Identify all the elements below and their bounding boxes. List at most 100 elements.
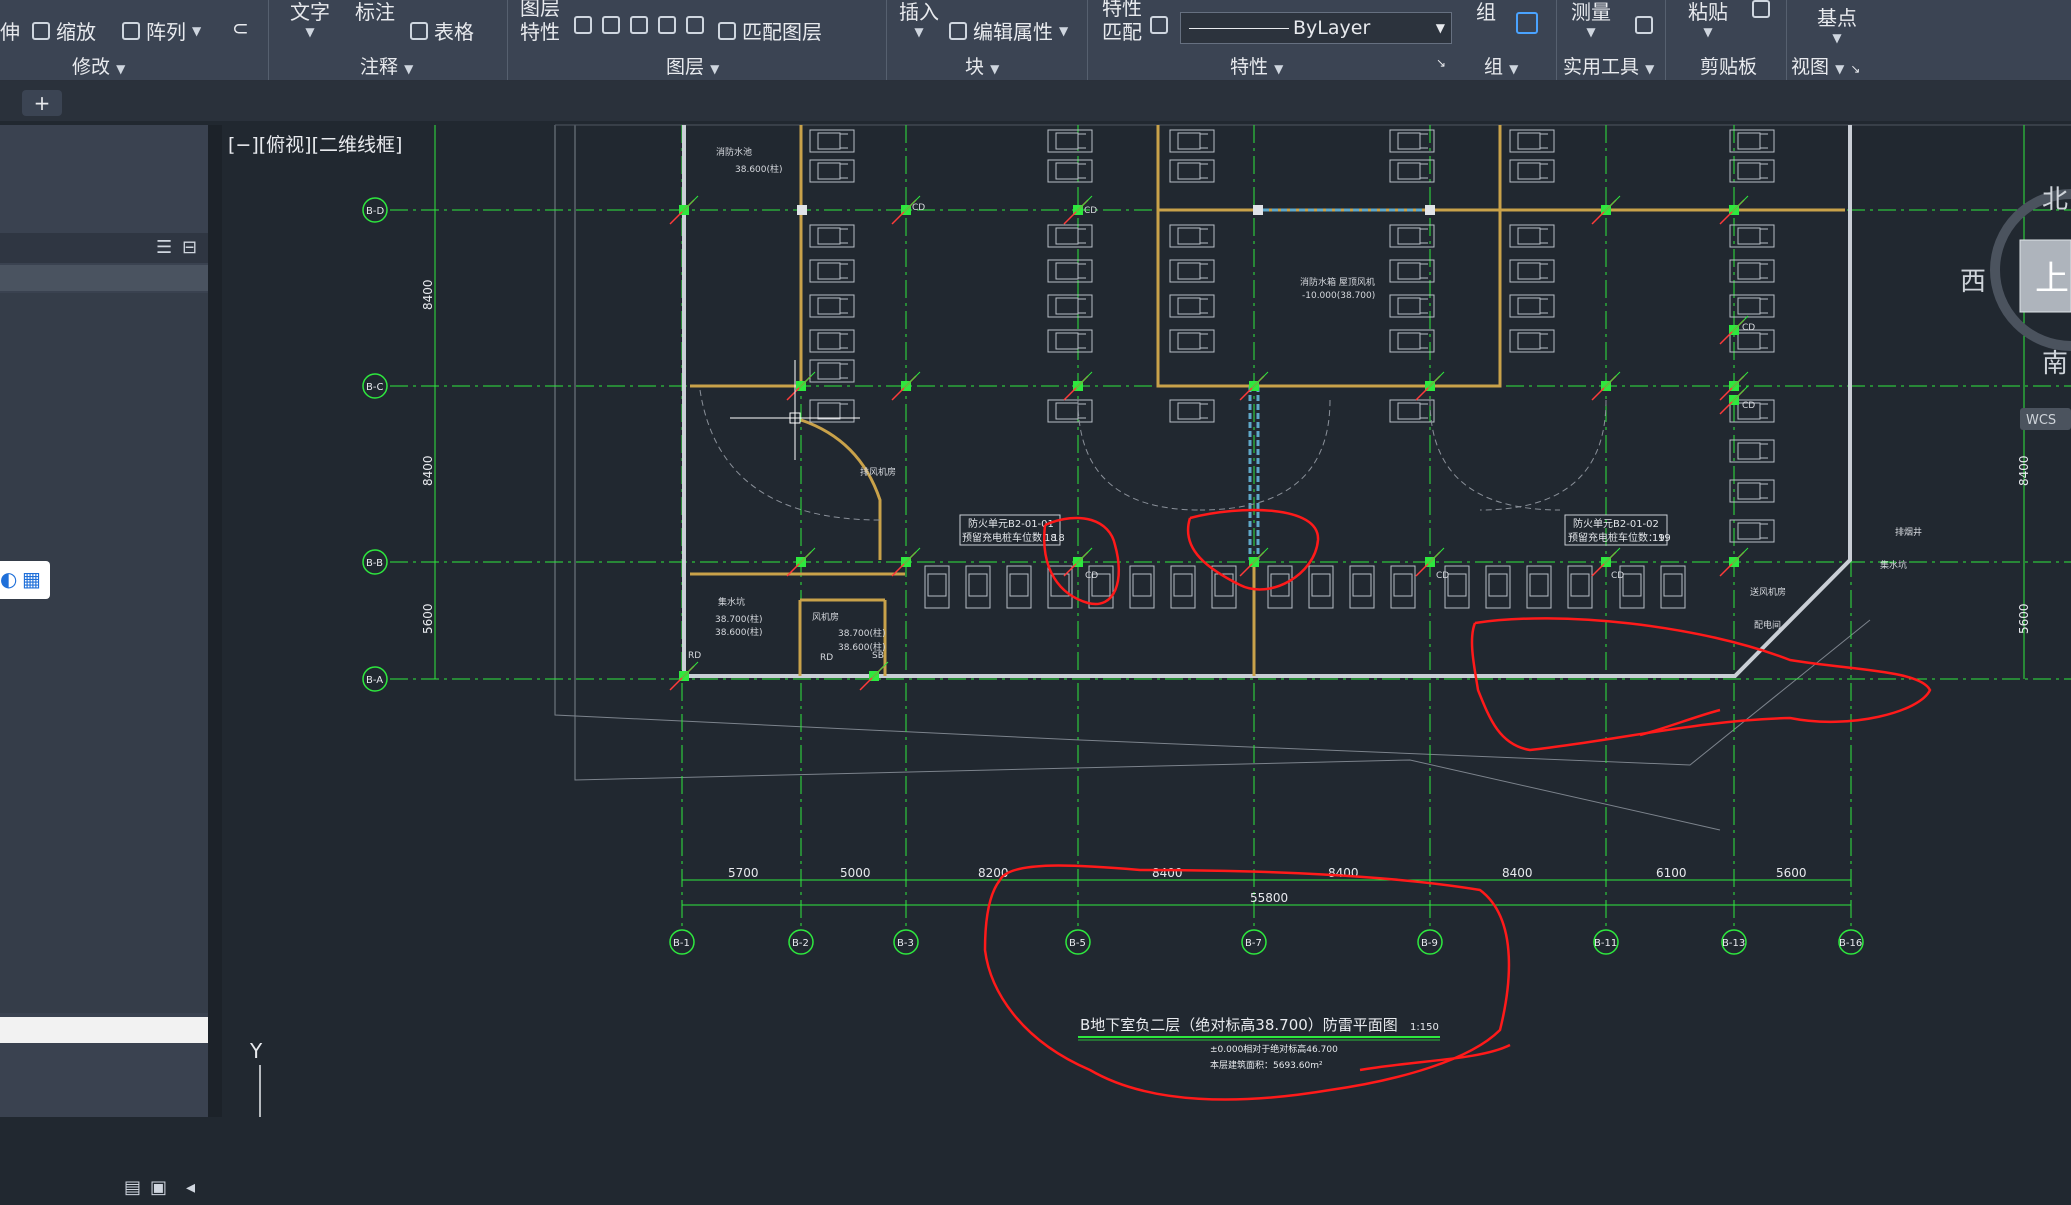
viewport-controls[interactable]: [−][俯视][二维线框]	[228, 130, 402, 157]
scale-tool[interactable]: 缩放	[32, 16, 96, 45]
match-properties-tool[interactable]: 特性 匹配	[1102, 0, 1142, 44]
palette-input[interactable]	[0, 1017, 208, 1043]
offset-tool[interactable]: ⊂	[232, 16, 249, 40]
array-tool[interactable]: 阵列 ▼	[122, 16, 201, 45]
svg-text:防火单元B2-01-01: 防火单元B2-01-01	[968, 517, 1054, 530]
group-tool[interactable]: 组	[1476, 0, 1496, 25]
chevron-left-icon[interactable]: ◂	[186, 1177, 195, 1198]
viewcube-south: 南	[2042, 349, 2068, 379]
group-select-tool[interactable]	[1516, 12, 1538, 34]
svg-text:5600: 5600	[1776, 866, 1807, 880]
markup-stroke-2	[1359, 1043, 1511, 1072]
svg-text:RD: RD	[688, 651, 701, 661]
svg-text:CD: CD	[1084, 206, 1097, 216]
palette-tool-button[interactable]: ◐ ▦	[0, 561, 50, 599]
base-point-tool[interactable]: 基点 ▼	[1817, 2, 1857, 45]
modify-group: 伸 缩放 阵列 ▼ ⊂ 修改 ▼	[0, 0, 269, 80]
layers-group-label[interactable]: 图层 ▼	[666, 52, 719, 79]
svg-text:8400: 8400	[1328, 866, 1359, 880]
edit-attribute-tool[interactable]: 编辑属性 ▼	[949, 16, 1068, 45]
properties-group-label[interactable]: 特性 ▼	[1230, 52, 1283, 79]
groups-group-label[interactable]: 组 ▼	[1484, 52, 1518, 79]
match-layer-tool[interactable]: 匹配图层	[718, 16, 822, 45]
layers-group: 图层 特性 匹配图层 图层 ▼	[508, 0, 887, 80]
layer-lock-icon	[658, 16, 676, 34]
utilities-group-label[interactable]: 实用工具 ▼	[1563, 52, 1654, 79]
svg-text:B-7: B-7	[1245, 938, 1262, 949]
svg-text:5700: 5700	[728, 866, 759, 880]
grid-icon: ▦	[22, 567, 41, 591]
drawing-title-block: B地下室负二层（绝对标高38.700）防雷平面图 1:150 ±0.000相对于…	[1078, 1016, 1440, 1071]
info-icon: ◐	[0, 567, 18, 591]
paste-tool[interactable]: 粘贴 ▼	[1688, 0, 1728, 39]
chevron-down-icon: ▼	[1435, 21, 1445, 35]
insert-tool[interactable]: 插入 ▼	[899, 0, 939, 39]
viewcube-north: 北	[2042, 185, 2068, 215]
svg-text:-10.000(38.700): -10.000(38.700)	[1302, 291, 1375, 301]
text-tool[interactable]: 文字 ▼	[290, 0, 330, 39]
scale-icon	[32, 21, 50, 40]
layer-properties-tool[interactable]: 图层 特性	[520, 0, 560, 44]
measure-tool[interactable]: 测量 ▼	[1571, 0, 1611, 39]
svg-text:5600: 5600	[421, 603, 435, 634]
markup-circle-2	[1186, 508, 1320, 591]
drawing-title: B地下室负二层（绝对标高38.700）防雷平面图	[1080, 1016, 1398, 1034]
calculator-icon	[1635, 16, 1653, 34]
grid-rows	[390, 209, 2071, 680]
svg-text:18: 18	[1044, 533, 1057, 544]
row-axis-bubbles: B-D B-C B-B B-A	[362, 197, 388, 692]
column-dimensions: 5700 5000 8200 8400 8400 8400 6100 5600 …	[728, 866, 1807, 905]
layer-off-icon	[602, 16, 620, 34]
layer-tools[interactable]	[574, 16, 704, 34]
svg-text:SB: SB	[872, 651, 884, 661]
document-tab-strip: +	[0, 81, 2071, 121]
svg-text:CD: CD	[912, 203, 925, 213]
svg-text:B-C: B-C	[366, 382, 383, 393]
svg-text:8200: 8200	[978, 866, 1009, 880]
svg-text:55800: 55800	[1250, 891, 1288, 905]
cad-annotations: 消防水池 38.600(柱) 排风机房 集水坑 38.700(柱) 38.600…	[688, 146, 1922, 663]
list-icon[interactable]: ☰	[156, 237, 172, 258]
properties-dialog-launcher[interactable]: ↘	[1436, 56, 1446, 70]
tree-icon[interactable]: ⊟	[182, 237, 197, 258]
image-icon[interactable]: ▣	[150, 1177, 167, 1198]
clipboard-group-label[interactable]: 剪贴板	[1700, 52, 1757, 79]
cursor-crosshair	[730, 360, 860, 460]
palette-row[interactable]	[0, 265, 208, 291]
table-tool[interactable]: 表格	[410, 16, 474, 45]
stretch-tool[interactable]: 伸	[0, 16, 20, 45]
svg-text:RD: RD	[820, 653, 833, 663]
svg-text:38.600(柱): 38.600(柱)	[715, 626, 763, 638]
svg-text:CD: CD	[1742, 323, 1755, 333]
grid-columns	[681, 125, 1852, 930]
svg-text:38.600(柱): 38.600(柱)	[735, 163, 783, 175]
svg-text:6100: 6100	[1656, 866, 1687, 880]
column-axis-bubbles: B-1 B-2 B-3 B-5 B-7 B-9 B-11 B-13 B-16	[669, 929, 1864, 955]
palette-splitter[interactable]	[208, 125, 222, 1117]
block-group-label[interactable]: 块 ▼	[965, 52, 999, 79]
svg-text:预留充电桩车位数：19: 预留充电桩车位数：19	[1568, 531, 1671, 544]
svg-text:8400: 8400	[421, 279, 435, 310]
markup-circle-1	[1042, 516, 1120, 606]
linetype-dropdown[interactable]: ByLayer ▼	[1180, 12, 1452, 44]
viewcube[interactable]: 上 北 西 南 WCS	[1960, 185, 2071, 430]
svg-text:配电间: 配电间	[1754, 619, 1781, 631]
modify-group-label[interactable]: 修改 ▼	[72, 52, 125, 79]
document-icon[interactable]: ▤	[124, 1177, 141, 1198]
view-group-label[interactable]: 视图 ▼ ↘	[1791, 52, 1860, 79]
calculator-tool[interactable]	[1635, 16, 1653, 34]
palette-content	[0, 293, 208, 1013]
building-outline	[682, 125, 1852, 678]
match-layer-icon	[718, 21, 736, 40]
annotation-group: 文字 ▼ 标注 表格 注释 ▼	[270, 0, 508, 80]
svg-text:集水坑: 集水坑	[1880, 559, 1907, 571]
annotation-group-label[interactable]: 注释 ▼	[360, 52, 413, 79]
svg-text:5000: 5000	[840, 866, 871, 880]
svg-text:5600: 5600	[2017, 603, 2031, 634]
dimension-tool[interactable]: 标注	[355, 0, 395, 25]
svg-text:B-A: B-A	[366, 675, 383, 686]
drawing-canvas[interactable]: 消防水池 38.600(柱) 排风机房 集水坑 38.700(柱) 38.600…	[0, 0, 2071, 1117]
copy-clip-tool[interactable]	[1752, 0, 1770, 18]
svg-text:B-16: B-16	[1839, 938, 1862, 949]
new-tab-button[interactable]: +	[22, 90, 62, 116]
